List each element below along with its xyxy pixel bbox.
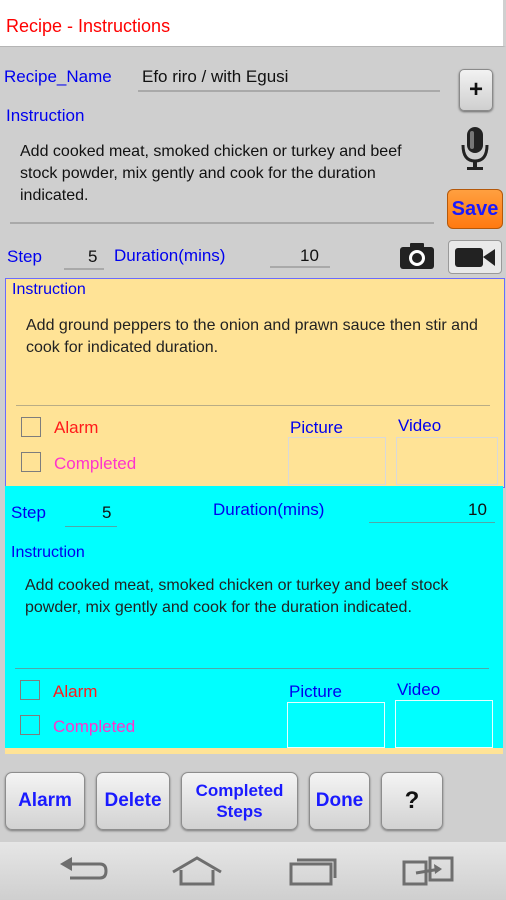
back-icon[interactable] — [52, 854, 112, 888]
recipe-name-underline — [138, 90, 440, 92]
duration-underline — [270, 266, 330, 268]
instruction-label: Instruction — [6, 106, 85, 125]
step-card-duration-value: 10 — [468, 500, 487, 519]
video-thumbnail[interactable] — [396, 437, 498, 485]
next-card-edge — [5, 748, 503, 754]
page-title: Recipe - Instructions — [6, 16, 171, 36]
step-card-divider — [15, 668, 489, 669]
completed-checkbox[interactable] — [21, 452, 41, 472]
action-bar: Alarm Delete Completed Steps Done ? — [0, 760, 506, 842]
alarm-label: Alarm — [53, 682, 98, 701]
recents-icon[interactable] — [283, 854, 343, 888]
completed-steps-button[interactable]: Completed Steps — [181, 772, 298, 830]
step-card-duration-label: Duration(mins) — [213, 500, 325, 519]
recipe-name-value[interactable]: Efo riro / with Egusi — [142, 67, 288, 87]
step-card-1: Instruction Add ground peppers to the on… — [5, 278, 505, 488]
instruction-underline — [10, 222, 434, 224]
video-label: Video — [397, 680, 441, 699]
system-nav-bar — [0, 842, 506, 900]
step-card-step-value: 5 — [102, 503, 112, 522]
save-button[interactable]: Save — [447, 189, 503, 229]
duration-value[interactable]: 10 — [300, 246, 319, 266]
step-card-step-label: Step — [11, 503, 46, 522]
step-card-instruction-text: Add cooked meat, smoked chicken or turke… — [25, 577, 449, 616]
video-thumbnail[interactable] — [395, 700, 493, 748]
video-camera-icon[interactable] — [448, 240, 502, 274]
picture-label: Picture — [290, 418, 343, 437]
picture-thumbnail[interactable] — [287, 702, 385, 748]
step-card-step-underline — [65, 526, 117, 527]
recipe-name-label: Recipe_Name — [4, 67, 112, 86]
step-underline — [64, 268, 104, 270]
completed-checkbox[interactable] — [20, 715, 40, 735]
completed-label: Completed — [53, 717, 136, 736]
add-step-button[interactable]: + — [459, 69, 493, 111]
picture-thumbnail[interactable] — [288, 437, 386, 485]
step-card-duration-underline — [369, 522, 495, 523]
alarm-label: Alarm — [54, 418, 99, 437]
completed-label: Completed — [54, 454, 137, 473]
delete-button[interactable]: Delete — [96, 772, 170, 830]
step-card-2: Step 5 Duration(mins) 10 Instruction Add… — [5, 486, 503, 748]
home-icon[interactable] — [167, 854, 227, 888]
switch-icon[interactable] — [398, 854, 458, 888]
duration-label: Duration(mins) — [114, 246, 226, 265]
help-button[interactable]: ? — [381, 772, 443, 830]
step-card-instruction-text: Add ground peppers to the onion and praw… — [26, 317, 478, 356]
picture-label: Picture — [289, 682, 342, 701]
step-card-instruction-label: Instruction — [12, 281, 86, 298]
microphone-icon[interactable] — [460, 125, 490, 173]
step-card-divider — [16, 405, 490, 406]
instruction-input[interactable]: Add cooked meat, smoked chicken or turke… — [20, 141, 430, 207]
title-bar: Recipe - Instructions — [0, 0, 506, 47]
alarm-checkbox[interactable] — [20, 680, 40, 700]
alarm-checkbox[interactable] — [21, 417, 41, 437]
step-label: Step — [7, 247, 42, 266]
camera-icon[interactable] — [399, 241, 435, 271]
step-card-instruction-label: Instruction — [11, 544, 85, 561]
video-label: Video — [398, 416, 442, 435]
step-value[interactable]: 5 — [88, 247, 97, 267]
alarm-button[interactable]: Alarm — [5, 772, 85, 830]
done-button[interactable]: Done — [309, 772, 370, 830]
